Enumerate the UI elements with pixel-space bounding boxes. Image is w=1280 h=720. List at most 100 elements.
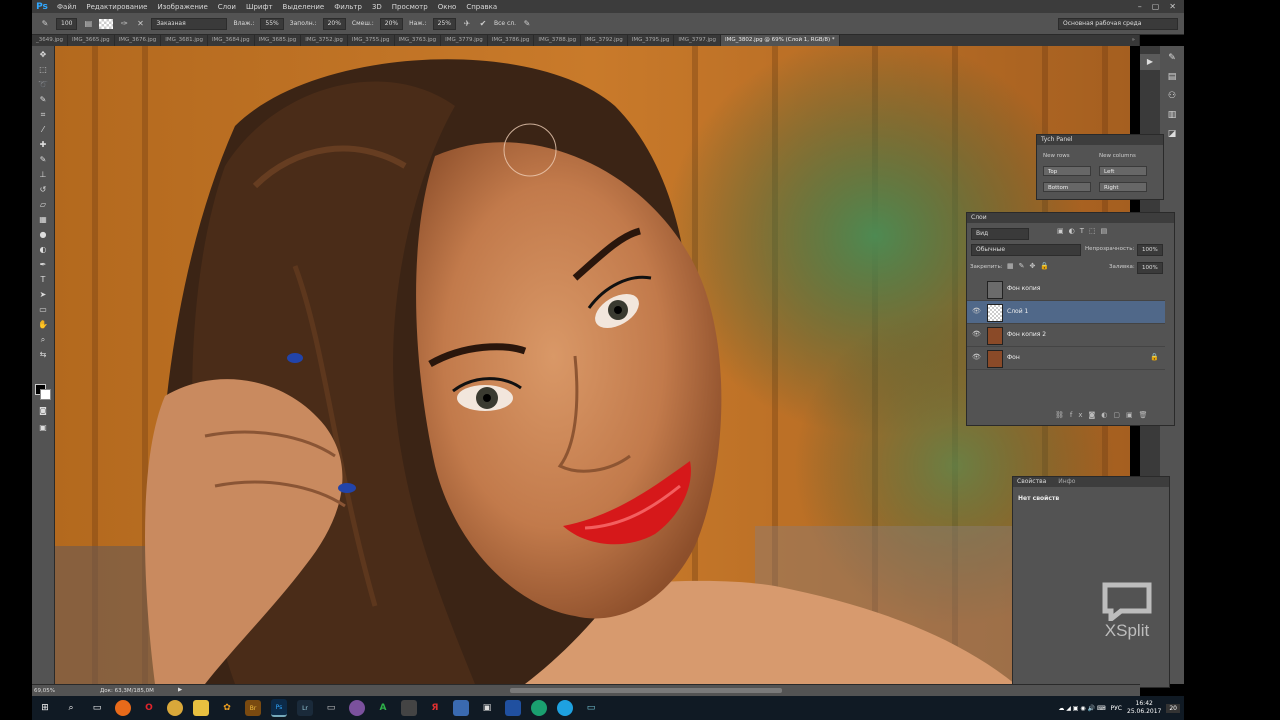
explorer-icon[interactable] — [193, 700, 209, 716]
skype-icon[interactable] — [557, 700, 573, 716]
dodge-tool-icon[interactable]: ◐ — [35, 243, 51, 256]
menu-select[interactable]: Выделение — [278, 3, 330, 11]
maximize-button[interactable]: ▢ — [1152, 2, 1160, 11]
tab-doc[interactable]: _3649.jpg — [32, 35, 69, 46]
path-select-tool-icon[interactable]: ➤ — [35, 288, 51, 301]
monitor-icon[interactable]: ▭ — [323, 700, 339, 716]
blur-tool-icon[interactable]: ● — [35, 228, 51, 241]
tabs-overflow-button[interactable]: » — [1128, 35, 1140, 46]
menu-type[interactable]: Шрифт — [241, 3, 278, 11]
tab-doc-active[interactable]: IMG_3802.jpg @ 69% (Слой 1, RGB/8) * — [720, 35, 840, 46]
lock-icons[interactable]: ▦✎✥🔒 — [1007, 262, 1054, 270]
tab-properties[interactable]: Свойства — [1017, 478, 1046, 485]
minimize-button[interactable]: – — [1138, 2, 1142, 11]
tab-doc[interactable]: IMG_3795.jpg — [628, 35, 675, 46]
history-brush-tool-icon[interactable]: ↺ — [35, 183, 51, 196]
horizontal-scrollbar[interactable] — [510, 688, 782, 693]
styles-icon[interactable]: ◪ — [1165, 127, 1179, 141]
tab-doc[interactable]: IMG_3779.jpg — [441, 35, 488, 46]
visibility-eye-icon[interactable]: 👁 — [972, 353, 982, 361]
tab-doc[interactable]: IMG_3665.jpg — [68, 35, 115, 46]
swap-colors-icon[interactable]: ⇆ — [35, 348, 51, 361]
photoshop-taskbar-icon[interactable]: Ps — [271, 699, 287, 717]
layer-filter-icons[interactable]: ▣◐T⬚▤ — [1057, 227, 1112, 235]
app-icon[interactable] — [453, 700, 469, 716]
menu-edit[interactable]: Редактирование — [81, 3, 152, 11]
lightroom-icon[interactable]: Lr — [297, 700, 313, 716]
menu-view[interactable]: Просмотр — [387, 3, 433, 11]
gradient-tool-icon[interactable]: ▦ — [35, 213, 51, 226]
clone-source-icon[interactable]: ⚇ — [1165, 89, 1179, 103]
zoom-tool-icon[interactable]: ⌕ — [35, 333, 51, 346]
layer-row[interactable]: 👁 Фон копия 2 — [967, 324, 1165, 347]
firefox-icon[interactable] — [115, 700, 131, 716]
close-button[interactable]: ✕ — [1169, 2, 1176, 11]
play-action-icon[interactable]: ▶ — [1140, 54, 1160, 70]
workspace-select[interactable]: Основная рабочая среда — [1058, 17, 1178, 30]
visibility-eye-icon[interactable]: 👁 — [972, 307, 982, 315]
marquee-tool-icon[interactable]: ⬚ — [35, 63, 51, 76]
brush-settings-icon[interactable]: ✎ — [1165, 51, 1179, 65]
menu-window[interactable]: Окно — [433, 3, 462, 11]
layer-row-selected[interactable]: 👁 Слой 1 — [967, 301, 1165, 324]
quick-select-tool-icon[interactable]: ✎ — [35, 93, 51, 106]
menu-filter[interactable]: Фильтр — [329, 3, 367, 11]
tab-doc[interactable]: IMG_3786.jpg — [488, 35, 535, 46]
screen-mode-icon[interactable]: ▣ — [35, 421, 51, 434]
bridge-icon[interactable]: Br — [245, 700, 261, 716]
layer-row[interactable]: Фон копия — [967, 278, 1165, 301]
tych-top-button[interactable]: Top — [1043, 166, 1091, 176]
media-icon[interactable]: ▣ — [479, 700, 495, 716]
brush-size-picker[interactable]: 100 — [56, 17, 78, 30]
yandex-icon[interactable]: Я — [427, 700, 443, 716]
background-color-swatch[interactable] — [40, 389, 51, 400]
chrome-icon[interactable] — [167, 700, 183, 716]
menu-layers[interactable]: Слои — [213, 3, 241, 11]
opacity-field[interactable]: 100% — [1137, 244, 1163, 256]
shape-tool-icon[interactable]: ▭ — [35, 303, 51, 316]
airbrush-icon[interactable]: ✈ — [462, 19, 472, 29]
eyedropper-tool-icon[interactable]: ⁄ — [35, 123, 51, 136]
zoom-level[interactable]: 69,05% — [34, 688, 55, 694]
tab-doc[interactable]: IMG_3684.jpg — [208, 35, 255, 46]
clean-brush-icon[interactable]: ✕ — [135, 19, 145, 29]
color-swatch-icon[interactable] — [99, 18, 114, 29]
app-icon[interactable]: ▭ — [583, 700, 599, 716]
layers-footer-icons[interactable]: ⛓fx◙◐▢▣🗑 — [1055, 411, 1154, 419]
layer-filter-select[interactable]: Вид — [971, 228, 1029, 240]
tab-doc[interactable]: IMG_3788.jpg — [534, 35, 582, 46]
viber-icon[interactable] — [349, 700, 365, 716]
mix-field[interactable]: 20% — [379, 17, 404, 30]
tych-right-button[interactable]: Right — [1099, 182, 1147, 192]
app-icon[interactable] — [505, 700, 521, 716]
settings-icon[interactable]: ✿ — [219, 700, 235, 716]
tych-bottom-button[interactable]: Bottom — [1043, 182, 1091, 192]
tych-left-button[interactable]: Left — [1099, 166, 1147, 176]
sample-all-label[interactable]: Все сл. — [494, 20, 516, 27]
pressure-icon[interactable]: ✎ — [522, 19, 532, 29]
windows-start-icon[interactable]: ⊞ — [37, 700, 53, 716]
flow-field[interactable]: 25% — [432, 17, 456, 30]
tab-doc[interactable]: IMG_3797.jpg — [674, 35, 721, 46]
fill-field[interactable]: 100% — [1137, 262, 1163, 274]
app-icon[interactable] — [531, 700, 547, 716]
search-icon[interactable]: ⌕ — [63, 700, 79, 716]
language-indicator[interactable]: РУС — [1111, 705, 1122, 712]
menu-file[interactable]: Файл — [52, 3, 81, 11]
task-view-icon[interactable]: ▭ — [89, 700, 105, 716]
acrobat-icon[interactable]: A — [375, 700, 391, 716]
type-tool-icon[interactable]: T — [35, 273, 51, 286]
blend-preset-select[interactable]: Заказная — [151, 17, 228, 30]
notifications-badge[interactable]: 20 — [1166, 703, 1180, 713]
load-brush-icon[interactable]: ✑ — [119, 19, 129, 29]
opera-icon[interactable]: O — [141, 700, 157, 716]
mixer-brush-icon[interactable]: ✎ — [40, 19, 50, 29]
crop-tool-icon[interactable]: ⌗ — [35, 108, 51, 121]
menu-3d[interactable]: 3D — [367, 3, 387, 11]
move-tool-icon[interactable]: ✥ — [35, 48, 51, 61]
status-menu-arrow-icon[interactable]: ▶ — [178, 687, 182, 693]
blend-mode-select[interactable]: Обычные — [971, 244, 1081, 256]
app-icon[interactable] — [401, 700, 417, 716]
tray-icons[interactable]: ☁ ◢ ▣ ◉ 🔊 ⌨ — [1058, 705, 1105, 712]
lasso-tool-icon[interactable]: ➰ — [35, 78, 51, 91]
